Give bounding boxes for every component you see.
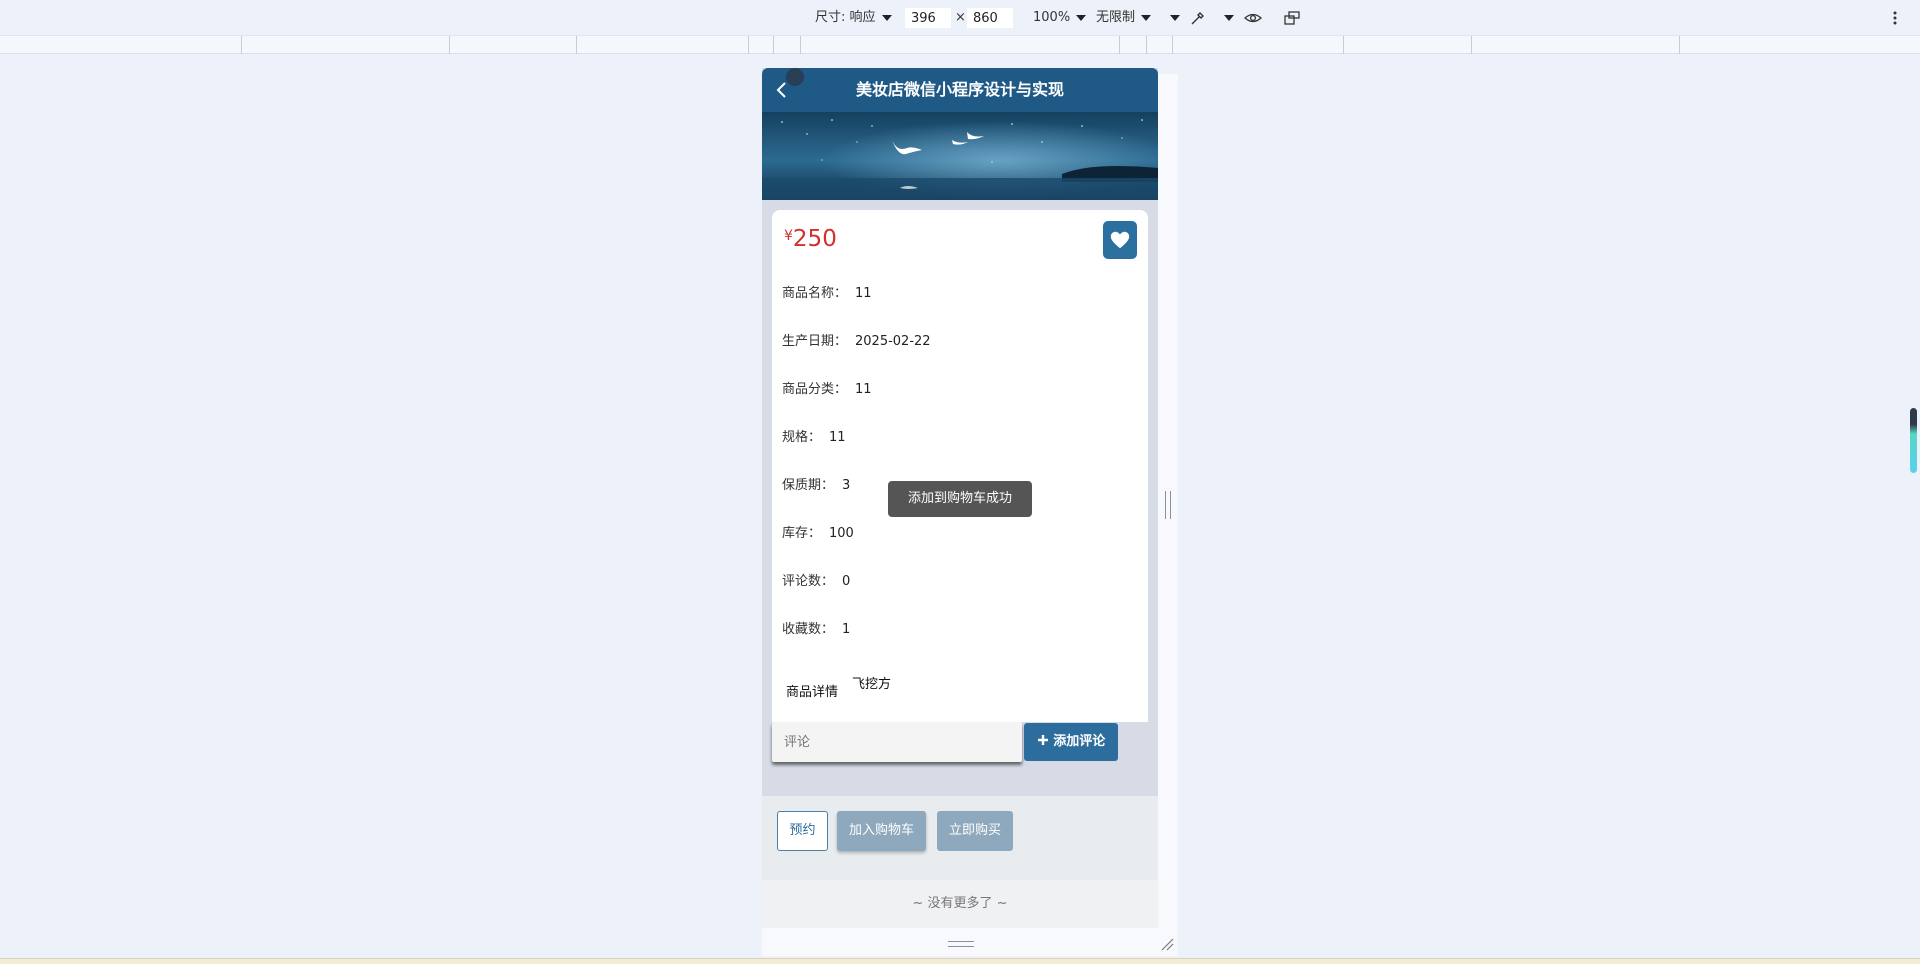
add-comment-button[interactable]: 添加评论 xyxy=(1024,723,1118,761)
field-label: 库存： xyxy=(782,526,822,541)
scroll-indicator xyxy=(1910,408,1917,473)
zoom-dropdown[interactable]: 100% xyxy=(1033,10,1087,26)
field-value: 0 xyxy=(842,574,851,589)
options-dropdown[interactable] xyxy=(1164,10,1180,26)
add-comment-label: 添加评论 xyxy=(1053,734,1106,749)
resize-corner-icon[interactable] xyxy=(1160,937,1174,951)
plus-icon xyxy=(1037,735,1048,745)
add-to-cart-button[interactable]: 加入购物车 xyxy=(837,811,926,851)
field-label: 生产日期： xyxy=(782,334,848,349)
zoom-label: 100% xyxy=(1033,10,1071,25)
no-more-text: ~ 没有更多了 ~ xyxy=(762,880,1158,928)
more-vert-icon[interactable] xyxy=(1892,10,1898,26)
dimensions-label: 尺寸: 响应 xyxy=(815,10,876,25)
resize-handle-right[interactable] xyxy=(1165,491,1171,519)
width-input[interactable] xyxy=(905,8,951,28)
height-input[interactable] xyxy=(967,8,1013,28)
currency-symbol: ¥ xyxy=(784,228,793,244)
rotate-icon[interactable] xyxy=(1283,10,1301,26)
field-label: 规格： xyxy=(782,430,822,445)
ruler-tick xyxy=(1172,36,1173,54)
field-value: 1 xyxy=(842,622,851,637)
ruler-tick xyxy=(576,36,577,54)
eyedropper-icon[interactable] xyxy=(1190,10,1206,26)
field-comment-count: 评论数： 0 xyxy=(782,570,850,589)
ruler-tick xyxy=(773,36,774,54)
favorite-button[interactable] xyxy=(1103,221,1137,259)
resize-handle-bottom[interactable] xyxy=(948,941,974,947)
ruler-tick xyxy=(748,36,749,54)
field-label: 收藏数： xyxy=(782,622,835,637)
field-shelf-life: 保质期： 3 xyxy=(782,474,850,493)
field-category: 商品分类： 11 xyxy=(782,378,872,397)
dimensions-dropdown[interactable]: 尺寸: 响应 xyxy=(815,10,892,26)
product-card: ¥250 商品名称： 11 生产日期： 2025-02-22 商品分类： 11 规格：… xyxy=(772,210,1148,722)
field-value: 2025-02-22 xyxy=(855,334,931,349)
field-favorite-count: 收藏数： 1 xyxy=(782,618,850,637)
field-label: 保质期： xyxy=(782,478,835,493)
page-title: 美妆店微信小程序设计与实现 xyxy=(855,80,1064,99)
ruler-tick xyxy=(800,36,801,54)
detail-label: 商品详情 xyxy=(786,685,839,700)
price: ¥250 xyxy=(784,226,837,252)
chevron-down-icon xyxy=(1170,14,1180,21)
field-value: 11 xyxy=(829,430,846,445)
chevron-down-icon xyxy=(1224,14,1234,21)
comment-input[interactable] xyxy=(772,722,1022,762)
chevron-down-icon xyxy=(881,14,892,21)
bottom-strip xyxy=(0,958,1920,964)
heart-icon xyxy=(1110,231,1130,249)
field-spec: 规格： 11 xyxy=(782,426,846,445)
banner-image xyxy=(762,112,1158,200)
ruler-tick xyxy=(241,36,242,54)
device-toolbar: 尺寸: 响应 × 100% 无限制 xyxy=(0,0,1920,36)
ruler-tick xyxy=(449,36,450,54)
field-product-name: 商品名称： 11 xyxy=(782,282,872,301)
field-value: 3 xyxy=(842,478,851,493)
reserve-button[interactable]: 预约 xyxy=(777,811,828,851)
ruler-tick xyxy=(1679,36,1680,54)
detail-content: 飞挖方 xyxy=(852,677,892,692)
field-label: 商品名称： xyxy=(782,286,848,301)
field-production-date: 生产日期： 2025-02-22 xyxy=(782,330,931,349)
ruler-tick xyxy=(1471,36,1472,54)
throttle-label: 无限制 xyxy=(1096,10,1136,25)
times-sign: × xyxy=(955,10,966,25)
media-query-ruler[interactable] xyxy=(0,36,1920,54)
sensors-dropdown[interactable] xyxy=(1218,10,1234,26)
field-label: 评论数： xyxy=(782,574,835,589)
toast-message: 添加到购物车成功 xyxy=(888,481,1032,517)
ruler-tick xyxy=(1119,36,1120,54)
field-stock: 库存： 100 xyxy=(782,522,854,541)
eye-icon[interactable] xyxy=(1244,10,1262,26)
action-bar: 预约 加入购物车 立即购买 xyxy=(762,796,1158,880)
app-header: 美妆店微信小程序设计与实现 xyxy=(762,68,1158,112)
ruler-tick xyxy=(1343,36,1344,54)
field-value: 100 xyxy=(829,526,854,541)
chevron-down-icon xyxy=(1141,14,1152,21)
chevron-down-icon xyxy=(1076,14,1087,21)
throttle-dropdown[interactable]: 无限制 xyxy=(1096,10,1152,26)
field-value: 11 xyxy=(855,286,872,301)
ruler-tick xyxy=(1146,36,1147,54)
field-value: 11 xyxy=(855,382,872,397)
price-value: 250 xyxy=(792,226,837,252)
field-label: 商品分类： xyxy=(782,382,848,397)
buy-now-button[interactable]: 立即购买 xyxy=(937,811,1013,851)
